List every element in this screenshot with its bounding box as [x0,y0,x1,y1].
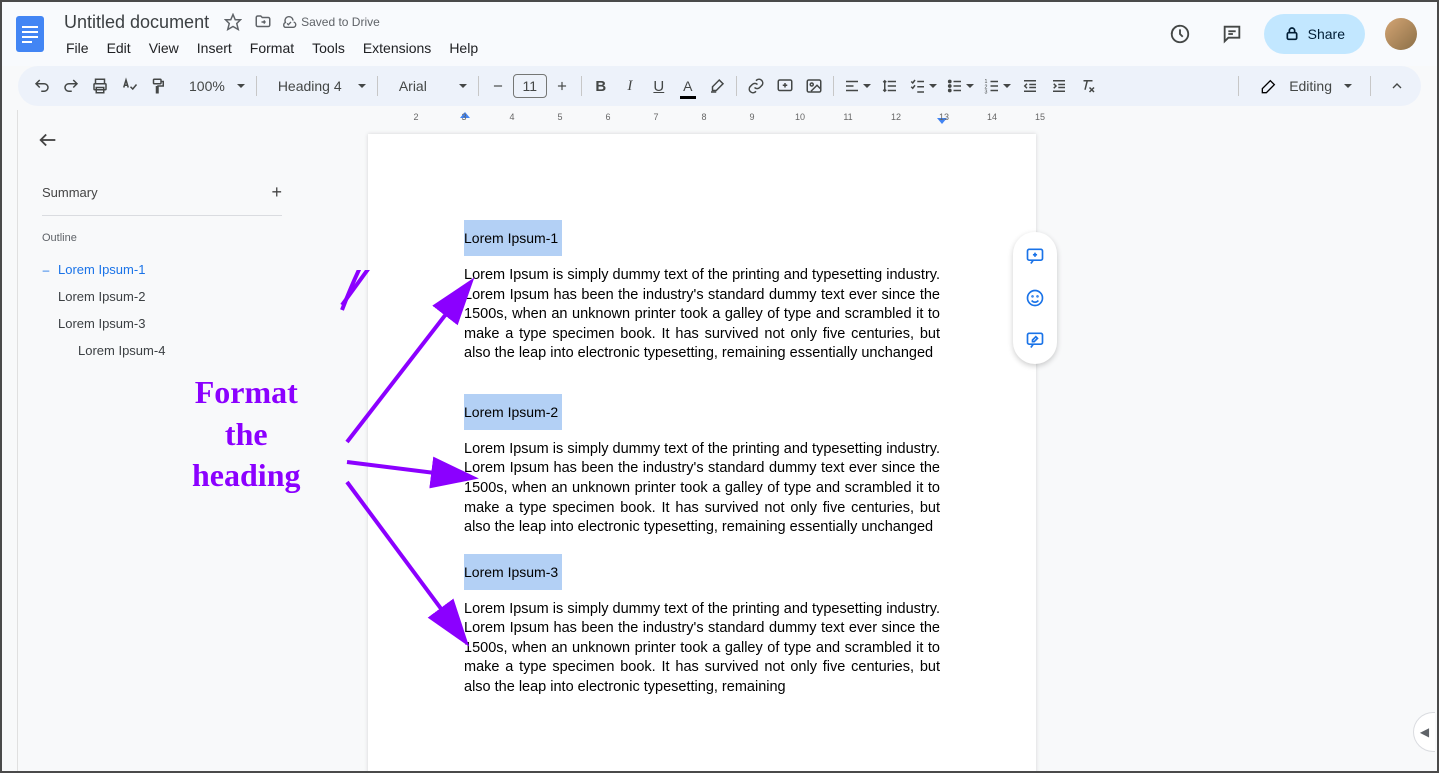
add-emoji-float-button[interactable] [1019,282,1051,314]
decrease-font-size-button[interactable] [484,72,512,100]
increase-indent-button[interactable] [1045,72,1073,100]
outline-item-1[interactable]: –Lorem Ipsum-1 [34,256,298,283]
outline-sidebar: Summary + Outline –Lorem Ipsum-1 Lorem I… [18,110,298,771]
heading-3[interactable]: Lorem Ipsum-3 [464,554,562,590]
outline-item-4[interactable]: Lorem Ipsum-4 [34,337,298,364]
zoom-dropdown[interactable]: 100% [173,72,251,100]
body-paragraph-2[interactable]: Lorem Ipsum is simply dummy text of the … [464,440,940,538]
svg-text:3: 3 [984,90,987,96]
document-container[interactable]: 23456789101112131415 Lorem Ipsum-1 Lorem… [298,110,1437,771]
zoom-value: 100% [183,78,231,94]
saved-status[interactable]: Saved to Drive [281,14,380,30]
spellcheck-button[interactable] [115,72,143,100]
increase-font-size-button[interactable] [548,72,576,100]
outline-item-3[interactable]: Lorem Ipsum-3 [34,310,298,337]
clear-format-button[interactable] [1074,72,1102,100]
share-button[interactable]: Share [1264,14,1365,54]
add-comment-button[interactable] [771,72,799,100]
menu-file[interactable]: File [58,38,97,58]
user-avatar[interactable] [1385,18,1417,50]
link-button[interactable] [742,72,770,100]
line-spacing-button[interactable] [876,72,904,100]
menu-help[interactable]: Help [441,38,486,58]
document-page[interactable]: Lorem Ipsum-1 Lorem Ipsum is simply dumm… [368,134,1036,771]
sidebar-back-button[interactable] [34,126,62,154]
horizontal-ruler[interactable]: 23456789101112131415 [298,110,1437,126]
toolbar: 100% Heading 4 Arial 11 B I U A 123 Edit… [18,66,1421,106]
heading-1[interactable]: Lorem Ipsum-1 [464,220,562,256]
editing-label: Editing [1283,78,1338,94]
docs-logo-icon[interactable] [10,14,50,54]
outline-label: Outline [34,232,298,256]
font-dropdown[interactable]: Arial [383,72,473,100]
comment-icon[interactable] [1212,14,1252,54]
decrease-indent-button[interactable] [1016,72,1044,100]
numbered-list-button[interactable]: 123 [979,72,1015,100]
star-icon[interactable] [221,10,245,34]
suggest-edit-float-button[interactable] [1019,324,1051,356]
history-icon[interactable] [1160,14,1200,54]
outline-item-label: Lorem Ipsum-3 [58,316,145,331]
menu-view[interactable]: View [141,38,187,58]
outline-item-2[interactable]: Lorem Ipsum-2 [34,283,298,310]
insert-image-button[interactable] [800,72,828,100]
undo-button[interactable] [28,72,56,100]
editing-mode-dropdown[interactable]: Editing [1251,72,1358,100]
add-comment-float-button[interactable] [1019,240,1051,272]
bold-button[interactable]: B [587,72,615,100]
menu-insert[interactable]: Insert [189,38,240,58]
style-value: Heading 4 [272,78,348,94]
share-label: Share [1308,26,1345,42]
header: Untitled document Saved to Drive File Ed… [2,2,1437,66]
add-summary-button[interactable]: + [271,182,282,203]
align-button[interactable] [839,72,875,100]
heading-2[interactable]: Lorem Ipsum-2 [464,394,562,430]
title-section: Untitled document Saved to Drive File Ed… [58,2,1160,66]
menu-edit[interactable]: Edit [99,38,139,58]
vertical-ruler [2,110,18,771]
menu-extensions[interactable]: Extensions [355,38,439,58]
print-button[interactable] [86,72,114,100]
menu-format[interactable]: Format [242,38,302,58]
collapse-toolbar-button[interactable] [1383,72,1411,100]
font-value: Arial [393,78,433,94]
font-size-input[interactable]: 11 [513,74,547,98]
italic-button[interactable]: I [616,72,644,100]
underline-button[interactable]: U [645,72,673,100]
highlight-button[interactable] [703,72,731,100]
outline-item-label: Lorem Ipsum-1 [58,262,145,277]
menu-tools[interactable]: Tools [304,38,353,58]
redo-button[interactable] [57,72,85,100]
body-paragraph-1[interactable]: Lorem Ipsum is simply dummy text of the … [464,266,940,364]
bullet-list-button[interactable] [942,72,978,100]
body-paragraph-3[interactable]: Lorem Ipsum is simply dummy text of the … [464,600,940,698]
outline-item-label: Lorem Ipsum-2 [58,289,145,304]
menu-bar: File Edit View Insert Format Tools Exten… [58,36,1160,60]
move-folder-icon[interactable] [251,10,275,34]
outline-item-label: Lorem Ipsum-4 [78,343,165,358]
document-title[interactable]: Untitled document [58,12,215,33]
paint-format-button[interactable] [144,72,172,100]
comment-float-panel [1013,232,1057,364]
text-color-button[interactable]: A [674,72,702,100]
summary-label: Summary [42,185,98,200]
style-dropdown[interactable]: Heading 4 [262,72,372,100]
checklist-button[interactable] [905,72,941,100]
saved-status-text: Saved to Drive [301,15,380,29]
